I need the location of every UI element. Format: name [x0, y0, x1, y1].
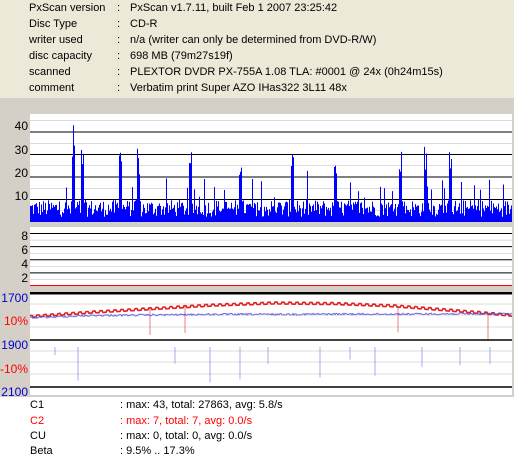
c1-error-plot	[30, 114, 512, 222]
disc-info-panel: PxScan version : PxScan v1.7.11, built F…	[0, 0, 514, 98]
info-key: writer used	[29, 34, 83, 46]
info-key: comment	[29, 82, 75, 94]
beta-y-tick-jitter: 1700	[1, 291, 28, 305]
info-value: CD-R	[130, 18, 158, 30]
c2-plot-svg	[30, 233, 512, 286]
c2-y-tick: 8	[21, 229, 28, 243]
info-key: scanned	[29, 66, 71, 78]
stat-name: Beta	[30, 445, 53, 457]
stat-value: : max: 43, total: 27863, avg: 5.8/s	[120, 399, 283, 411]
info-colon: :	[117, 66, 121, 78]
stat-name: C1	[30, 399, 45, 411]
info-value: PLEXTOR DVDR PX-755A 1.08 TLA: #0001 @ 2…	[130, 66, 443, 78]
info-value: Verbatim print Super AZO IHas322 3L11 48…	[130, 82, 347, 94]
beta-y-tick-percent: 10%	[3, 314, 28, 328]
stat-name: C2	[30, 415, 45, 427]
beta-y-tick-jitter: 1900	[1, 338, 28, 352]
info-value: PxScan v1.7.11, built Feb 1 2007 23:25:4…	[130, 2, 338, 14]
stat-value: : 9.5% .. 17.3%	[120, 445, 195, 457]
pxscan-report-window: PxScan version : PxScan v1.7.11, built F…	[0, 0, 514, 462]
info-key: PxScan version	[29, 2, 106, 14]
beta-jitter-plot	[30, 292, 512, 395]
info-colon: :	[117, 18, 121, 30]
c2-y-tick: 4	[21, 257, 28, 271]
c1-y-tick: 30	[14, 143, 28, 157]
info-colon: :	[117, 34, 121, 46]
beta-plot-svg	[30, 292, 512, 388]
info-colon: :	[117, 50, 121, 62]
info-colon: :	[117, 82, 121, 94]
c1-y-tick: 20	[14, 166, 28, 180]
scan-statistics: C1 : max: 43, total: 27863, avg: 5.8/s C…	[0, 397, 514, 462]
info-value: n/a (writer can only be determined from …	[130, 34, 377, 46]
info-key: Disc Type	[29, 18, 78, 30]
c1-plot-svg	[30, 120, 512, 222]
c2-y-tick: 2	[21, 271, 28, 285]
info-value: 698 MB (79m27s19f)	[130, 50, 233, 62]
c1-y-tick: 40	[14, 119, 28, 133]
jitter-series-line	[30, 311, 512, 320]
c2-y-tick: 6	[21, 243, 28, 257]
c1-y-tick: 10	[14, 189, 28, 203]
c1-series-bars	[30, 125, 512, 222]
info-colon: :	[117, 2, 121, 14]
stat-name: CU	[30, 430, 46, 442]
info-key: disc capacity	[29, 50, 92, 62]
beta-y-tick-percent: -10%	[0, 362, 29, 376]
stat-value: : max: 0, total: 0, avg: 0.0/s	[120, 430, 253, 442]
stat-value: : max: 7, total: 7, avg: 0.0/s	[120, 415, 253, 427]
c2-error-plot	[30, 227, 512, 286]
